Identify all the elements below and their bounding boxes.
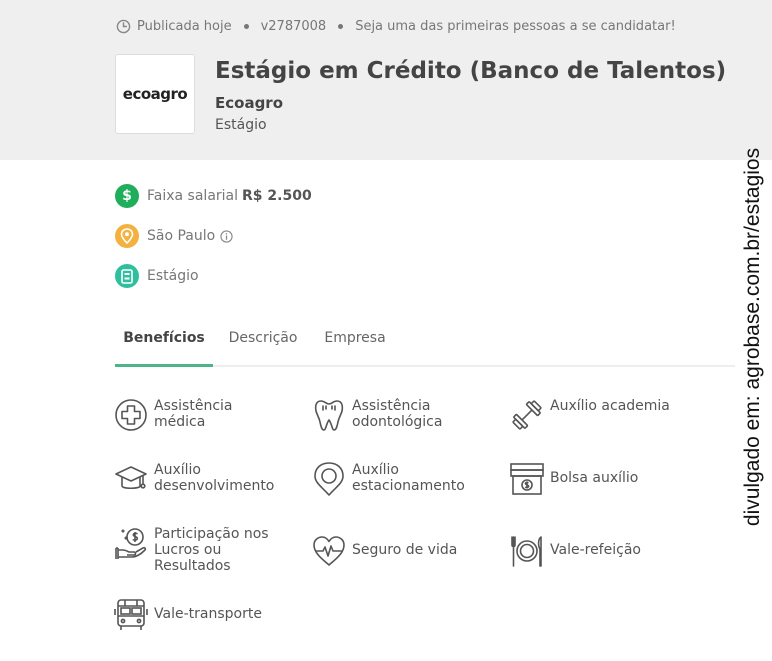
dumbbell-icon bbox=[512, 400, 542, 430]
watermark: divulgado em: agrobase.com.br/estagios bbox=[738, 125, 768, 550]
benefit-label: Seguro de vida bbox=[352, 542, 458, 558]
salary-label: Faixa salarial bbox=[147, 188, 239, 204]
company-logo[interactable]: ecoagro bbox=[115, 54, 195, 134]
salary-value: R$ 2.500 bbox=[242, 188, 312, 204]
benefit-item: Bolsa auxílio bbox=[510, 462, 680, 496]
benefit-label: Auxílio estacionamento bbox=[352, 462, 465, 494]
contract-text: Estágio bbox=[147, 268, 199, 284]
badge-id-icon bbox=[115, 264, 139, 288]
contract-row: Estágio bbox=[115, 264, 199, 288]
separator-dot bbox=[243, 24, 249, 29]
parking-pin-icon bbox=[314, 462, 344, 496]
bus-icon bbox=[114, 599, 148, 630]
tab-beneficios[interactable]: Benefícios bbox=[115, 318, 213, 367]
job-type: Estágio bbox=[215, 117, 267, 133]
benefit-label: Auxílio desenvolvimento bbox=[154, 462, 275, 494]
plate-cutlery-icon bbox=[511, 536, 542, 567]
benefit-item: Seguro de vida bbox=[312, 534, 482, 568]
salary-row: $ Faixa salarial R$ 2.500 bbox=[115, 184, 312, 208]
location-text: São Paulo bbox=[147, 228, 216, 244]
hand-coins-icon bbox=[115, 528, 147, 559]
separator-dot bbox=[338, 24, 344, 29]
benefit-item: Assistência odontológica bbox=[312, 398, 482, 432]
logo-wordmark: ecoagro bbox=[122, 85, 188, 103]
job-header: Publicada hoje v2787008 Seja uma das pri… bbox=[0, 0, 772, 160]
content-tabs: Benefícios Descrição Empresa bbox=[115, 318, 735, 367]
benefit-item: Vale-refeição bbox=[510, 534, 680, 568]
company-name[interactable]: Ecoagro bbox=[215, 94, 283, 112]
benefit-item: Auxílio academia bbox=[510, 398, 680, 432]
medical-cross-icon bbox=[115, 399, 147, 431]
benefit-item: Participação nos Lucros ou Resultados bbox=[114, 526, 284, 574]
early-applicant-note: Seja uma das primeiras pessoas a se cand… bbox=[355, 19, 676, 34]
benefit-label: Vale-transporte bbox=[154, 606, 262, 622]
benefit-item: Vale-transporte bbox=[114, 598, 284, 632]
benefit-item: Assistência médica bbox=[114, 398, 284, 432]
info-icon[interactable] bbox=[220, 229, 233, 243]
heart-pulse-icon bbox=[313, 536, 345, 566]
location-row: São Paulo bbox=[115, 224, 233, 248]
job-code: v2787008 bbox=[260, 19, 327, 34]
graduation-cap-icon bbox=[115, 466, 147, 490]
tab-empresa[interactable]: Empresa bbox=[315, 318, 395, 367]
job-title: Estágio em Crédito (Banco de Talentos) bbox=[215, 58, 727, 84]
benefit-item: Auxílio estacionamento bbox=[312, 462, 482, 496]
benefit-label: Vale-refeição bbox=[550, 542, 641, 558]
benefit-item: Auxílio desenvolvimento bbox=[114, 462, 284, 496]
watermark-text: divulgado em: agrobase.com.br/estagios bbox=[741, 147, 764, 527]
dollar-icon: $ bbox=[115, 184, 139, 208]
tooth-icon bbox=[314, 400, 344, 431]
job-meta: Publicada hoje v2787008 Seja uma das pri… bbox=[116, 19, 676, 34]
benefit-label: Participação nos Lucros ou Resultados bbox=[154, 526, 269, 574]
benefit-label: Assistência médica bbox=[154, 398, 233, 430]
benefit-label: Auxílio academia bbox=[550, 398, 670, 414]
benefit-label: Assistência odontológica bbox=[352, 398, 443, 430]
published-date: Publicada hoje bbox=[137, 19, 232, 34]
location-pin-icon bbox=[115, 224, 139, 248]
benefit-label: Bolsa auxílio bbox=[550, 470, 639, 486]
clock-icon bbox=[116, 19, 131, 34]
money-bills-icon bbox=[510, 463, 544, 495]
tab-descricao[interactable]: Descrição bbox=[223, 318, 303, 367]
